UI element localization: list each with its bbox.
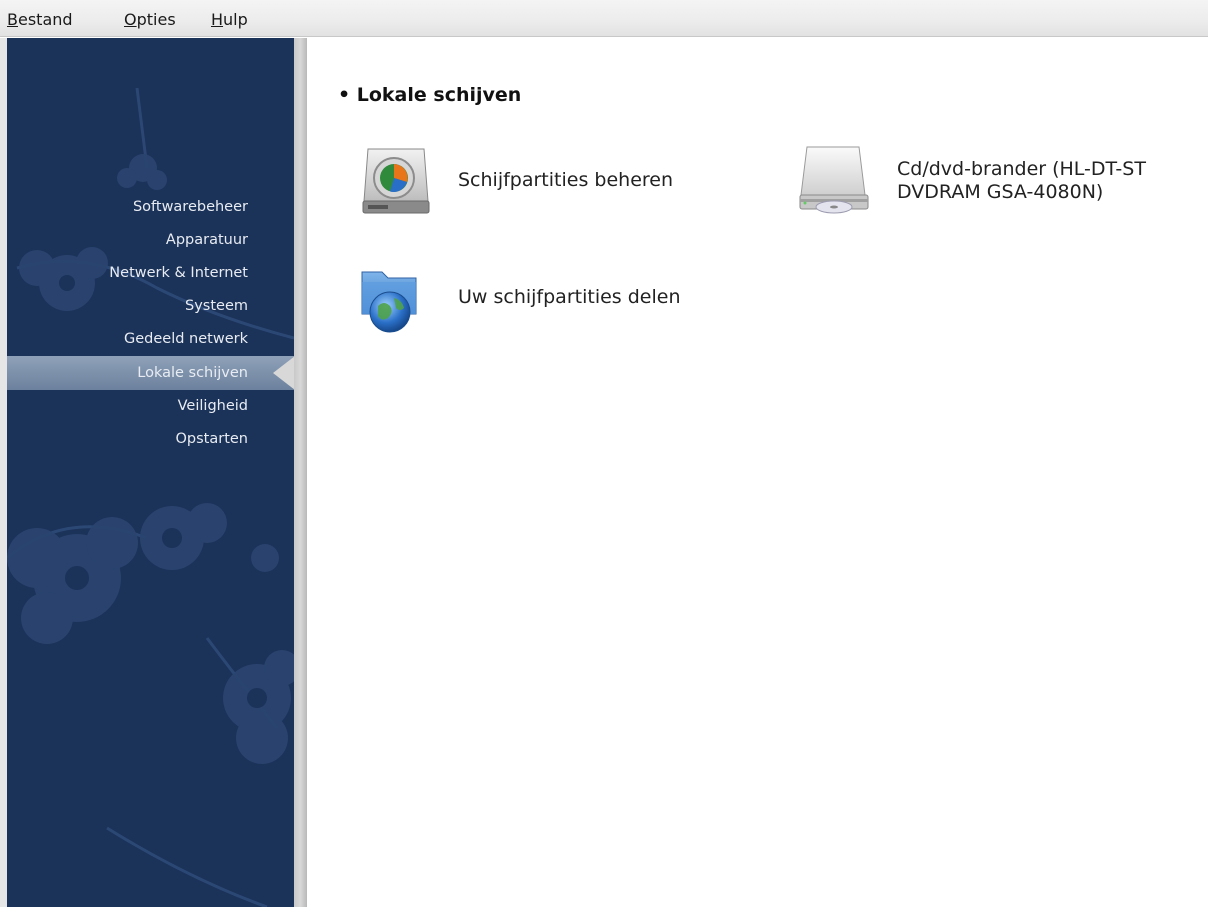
tool-label-schijfpartities-delen: Uw schijfpartities delen — [458, 286, 681, 308]
sidebar-splitter[interactable] — [294, 38, 307, 907]
menu-hulp[interactable]: Hulp — [211, 10, 248, 29]
menu-opties-rest: pties — [136, 10, 176, 29]
sidebar: Softwarebeheer Apparatuur Netwerk & Inte… — [7, 38, 294, 907]
menu-bestand-mnemonic: B — [7, 10, 18, 29]
menu-opties-mnemonic: O — [124, 10, 137, 29]
menu-bestand[interactable]: Bestand — [7, 10, 73, 29]
tool-label-cd-dvd-brander-line1: Cd/dvd-brander (HL-DT-ST — [897, 158, 1146, 180]
harddisk-partition-icon — [362, 148, 430, 214]
optical-drive-icon — [799, 146, 869, 214]
menu-hulp-rest: ulp — [223, 10, 248, 29]
sidebar-flower-decoration — [7, 87, 294, 907]
menu-bar: Bestand Opties Hulp — [0, 0, 1208, 37]
menu-opties[interactable]: Opties — [124, 10, 176, 29]
sidebar-item-opstarten[interactable]: Opstarten — [176, 431, 249, 447]
tool-label-cd-dvd-brander-line2: DVDRAM GSA-4080N) — [897, 181, 1104, 203]
network-folder-icon — [361, 271, 417, 333]
tool-schijfpartities-delen[interactable]: Uw schijfpartities delen — [360, 262, 720, 338]
sidebar-item-apparatuur[interactable]: Apparatuur — [166, 232, 248, 248]
tool-schijfpartities-beheren[interactable]: Schijfpartities beheren — [360, 145, 720, 217]
sidebar-item-gedeeld-netwerk[interactable]: Gedeeld netwerk — [124, 331, 248, 347]
section-title: • Lokale schijven — [338, 84, 522, 106]
tool-cd-dvd-brander[interactable]: Cd/dvd-brander (HL-DT-ST DVDRAM GSA-4080… — [797, 145, 1197, 217]
sidebar-item-veiligheid[interactable]: Veiligheid — [178, 398, 248, 414]
sidebar-item-netwerk-internet[interactable]: Netwerk & Internet — [109, 265, 248, 281]
sidebar-item-softwarebeheer[interactable]: Softwarebeheer — [133, 199, 248, 215]
window-left-border — [0, 38, 7, 907]
active-item-pointer — [273, 356, 294, 390]
tool-label-schijfpartities-beheren: Schijfpartities beheren — [458, 169, 674, 191]
sidebar-item-lokale-schijven[interactable]: Lokale schijven — [137, 365, 248, 381]
menu-hulp-mnemonic: H — [211, 10, 224, 29]
sidebar-item-systeem[interactable]: Systeem — [185, 298, 248, 314]
menu-bestand-rest: estand — [17, 10, 73, 29]
